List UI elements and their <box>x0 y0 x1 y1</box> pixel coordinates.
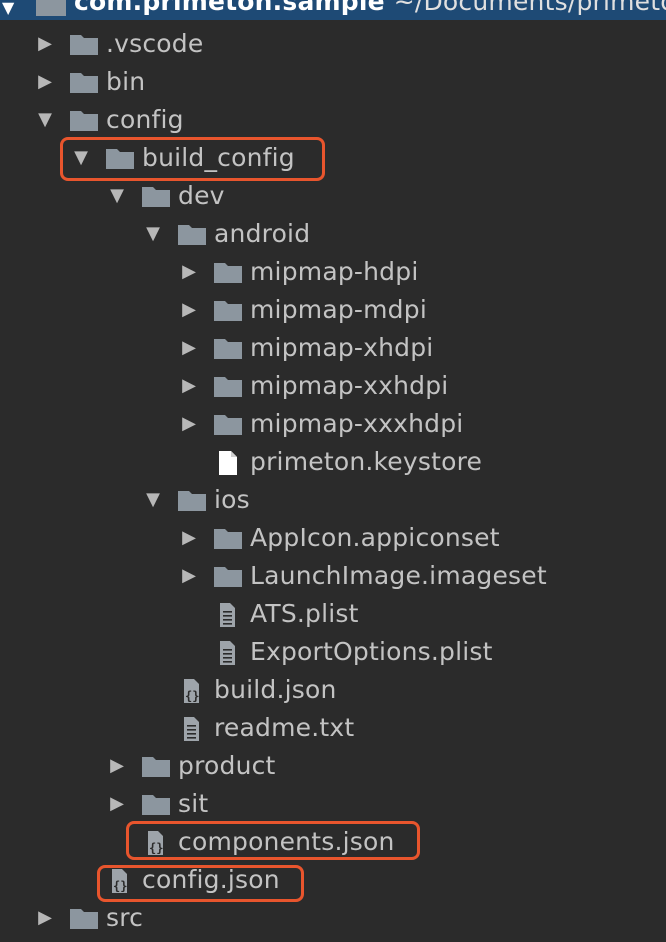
chevron-right-icon[interactable]: ▶ <box>35 899 55 937</box>
tree-item-label: components.json <box>178 827 395 856</box>
tree-item-android[interactable]: ▼ android <box>0 215 666 253</box>
tree-item-build-config[interactable]: ▼ build_config <box>0 139 666 177</box>
tree-item-product[interactable]: ▶ product <box>0 747 666 785</box>
project-title: com.primeton.sample ~/Documents/primeton <box>74 0 666 20</box>
chevron-right-icon[interactable]: ▶ <box>35 63 55 101</box>
tree-item-primeton-keystore[interactable]: primeton.keystore <box>0 443 666 481</box>
tree-item-readme-txt[interactable]: readme.txt <box>0 709 666 747</box>
folder-icon <box>36 0 66 16</box>
tree-item-label: mipmap-xxhdpi <box>250 371 449 400</box>
tree-item-mipmap-xxxhdpi[interactable]: ▶ mipmap-xxxhdpi <box>0 405 666 443</box>
chevron-right-icon[interactable]: ▶ <box>107 785 127 823</box>
folder-icon <box>213 413 243 435</box>
tree-item-label: primeton.keystore <box>250 447 483 476</box>
tree-item-launchimage-imageset[interactable]: ▶ LaunchImage.imageset <box>0 557 666 595</box>
tree-item-label: android <box>214 219 311 248</box>
tree-item-label: ATS.plist <box>250 599 359 628</box>
tree-item-config[interactable]: ▼ config <box>0 101 666 139</box>
folder-icon <box>177 489 207 511</box>
tree-item-label: LaunchImage.imageset <box>250 561 547 590</box>
file-icon <box>213 451 243 475</box>
folder-icon <box>141 755 171 777</box>
project-header[interactable]: ▼ com.primeton.sample ~/Documents/primet… <box>0 0 666 20</box>
tree-item-ats-plist[interactable]: ATS.plist <box>0 595 666 633</box>
chevron-right-icon[interactable]: ▶ <box>179 519 199 557</box>
project-path: ~/Documents/primeton <box>393 0 666 16</box>
folder-icon <box>69 907 99 929</box>
folder-icon <box>105 147 135 169</box>
project-tree: ▼ com.primeton.sample ~/Documents/primet… <box>0 0 666 942</box>
tree-item-mipmap-xhdpi[interactable]: ▶ mipmap-xhdpi <box>0 329 666 367</box>
folder-icon <box>141 185 171 207</box>
chevron-right-icon[interactable]: ▶ <box>35 25 55 63</box>
tree-item-label: ios <box>214 485 250 514</box>
tree-item-label: config <box>106 105 184 134</box>
svg-text:{}: {} <box>185 689 199 703</box>
tree-item-label: dev <box>178 181 225 210</box>
folder-icon <box>141 793 171 815</box>
chevron-right-icon[interactable]: ▶ <box>179 329 199 367</box>
folder-icon <box>177 223 207 245</box>
tree-item-label: build_config <box>142 143 295 172</box>
folder-icon <box>213 261 243 283</box>
text-file-icon <box>213 603 243 627</box>
tree-item-label: bin <box>106 67 146 96</box>
folder-icon <box>213 375 243 397</box>
tree-item-exportoptions-plist[interactable]: ExportOptions.plist <box>0 633 666 671</box>
tree-item-mipmap-hdpi[interactable]: ▶ mipmap-hdpi <box>0 253 666 291</box>
svg-text:{}: {} <box>149 841 163 855</box>
folder-icon <box>213 527 243 549</box>
tree-item-label: .vscode <box>106 29 204 58</box>
json-file-icon: {} <box>177 679 207 703</box>
tree-item-build-json[interactable]: {} build.json <box>0 671 666 709</box>
folder-icon <box>213 299 243 321</box>
chevron-down-icon[interactable]: ▼ <box>35 101 55 139</box>
tree-item-label: product <box>178 751 276 780</box>
chevron-right-icon[interactable]: ▶ <box>179 557 199 595</box>
folder-icon <box>69 33 99 55</box>
text-file-icon <box>213 641 243 665</box>
tree-item-label: config.json <box>142 865 280 894</box>
tree-item-dev[interactable]: ▼ dev <box>0 177 666 215</box>
tree-item-label: build.json <box>214 675 337 704</box>
folder-icon <box>69 109 99 131</box>
chevron-down-icon[interactable]: ▼ <box>2 0 14 17</box>
tree-item-bin[interactable]: ▶ bin <box>0 63 666 101</box>
chevron-right-icon[interactable]: ▶ <box>107 747 127 785</box>
json-file-icon: {} <box>105 869 135 893</box>
tree-item-label: mipmap-xxxhdpi <box>250 409 464 438</box>
chevron-right-icon[interactable]: ▶ <box>179 405 199 443</box>
tree-item-label: mipmap-mdpi <box>250 295 427 324</box>
tree-item-label: AppIcon.appiconset <box>250 523 500 552</box>
tree-item-label: mipmap-hdpi <box>250 257 419 286</box>
project-name: com.primeton.sample <box>74 0 385 16</box>
text-file-icon <box>177 717 207 741</box>
chevron-down-icon[interactable]: ▼ <box>71 139 91 177</box>
chevron-down-icon[interactable]: ▼ <box>107 177 127 215</box>
tree-item-label: mipmap-xhdpi <box>250 333 434 362</box>
tree-item-vscode[interactable]: ▶ .vscode <box>0 25 666 63</box>
tree-item-src[interactable]: ▶ src <box>0 899 666 937</box>
tree-item-label: src <box>106 903 144 932</box>
folder-icon <box>213 337 243 359</box>
svg-text:{}: {} <box>113 879 127 893</box>
tree-item-label: sit <box>178 789 209 818</box>
tree-item-components-json[interactable]: {} components.json <box>0 823 666 861</box>
chevron-right-icon[interactable]: ▶ <box>179 367 199 405</box>
chevron-right-icon[interactable]: ▶ <box>179 291 199 329</box>
tree-item-mipmap-mdpi[interactable]: ▶ mipmap-mdpi <box>0 291 666 329</box>
chevron-right-icon[interactable]: ▶ <box>179 253 199 291</box>
tree-item-sit[interactable]: ▶ sit <box>0 785 666 823</box>
folder-icon <box>69 71 99 93</box>
chevron-down-icon[interactable]: ▼ <box>143 215 163 253</box>
tree-item-ios[interactable]: ▼ ios <box>0 481 666 519</box>
tree-item-appicon-appiconset[interactable]: ▶ AppIcon.appiconset <box>0 519 666 557</box>
tree-item-label: ExportOptions.plist <box>250 637 493 666</box>
tree-item-label: readme.txt <box>214 713 355 742</box>
json-file-icon: {} <box>141 831 171 855</box>
tree-item-mipmap-xxhdpi[interactable]: ▶ mipmap-xxhdpi <box>0 367 666 405</box>
tree-item-config-json[interactable]: {} config.json <box>0 861 666 899</box>
folder-icon <box>213 565 243 587</box>
chevron-down-icon[interactable]: ▼ <box>143 481 163 519</box>
